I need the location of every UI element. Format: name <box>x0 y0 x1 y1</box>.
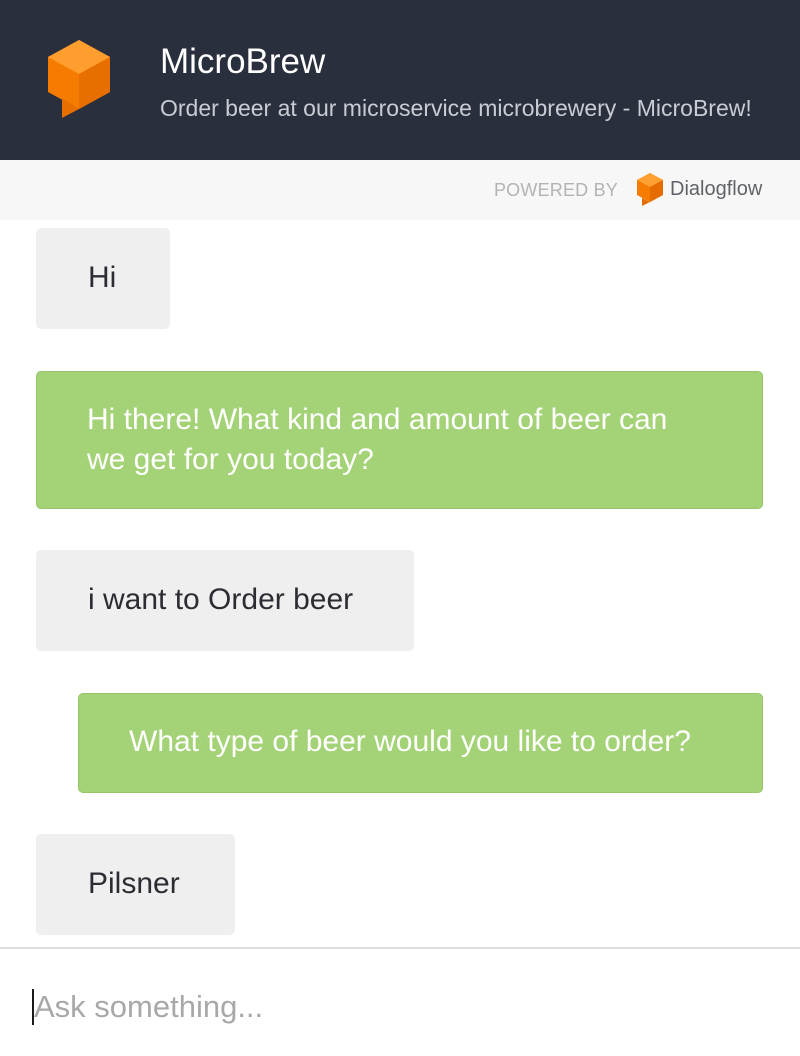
app-subtitle: Order beer at our microservice microbrew… <box>160 95 752 121</box>
dialogflow-icon[interactable] <box>636 172 664 206</box>
dialogflow-brand-link[interactable]: Dialogflow <box>670 177 762 201</box>
user-message: Pilsner <box>36 834 235 935</box>
app-header: MicroBrew Order beer at our microservice… <box>0 0 800 160</box>
app-title: MicroBrew <box>160 42 326 81</box>
query-input-area <box>0 949 800 1056</box>
user-message: Hi <box>36 228 170 329</box>
bot-message: What type of beer would you like to orde… <box>78 693 763 793</box>
user-message: i want to Order beer <box>36 550 414 651</box>
ask-input[interactable] <box>30 985 774 1029</box>
chat-transcript[interactable]: Hi Hi there! What kind and amount of bee… <box>0 220 800 948</box>
text-caret <box>32 989 34 1025</box>
powered-by-label: POWERED BY <box>493 180 618 200</box>
bot-message: Hi there! What kind and amount of beer c… <box>36 371 763 509</box>
dialogflow-cube-bubble-icon <box>48 40 110 118</box>
